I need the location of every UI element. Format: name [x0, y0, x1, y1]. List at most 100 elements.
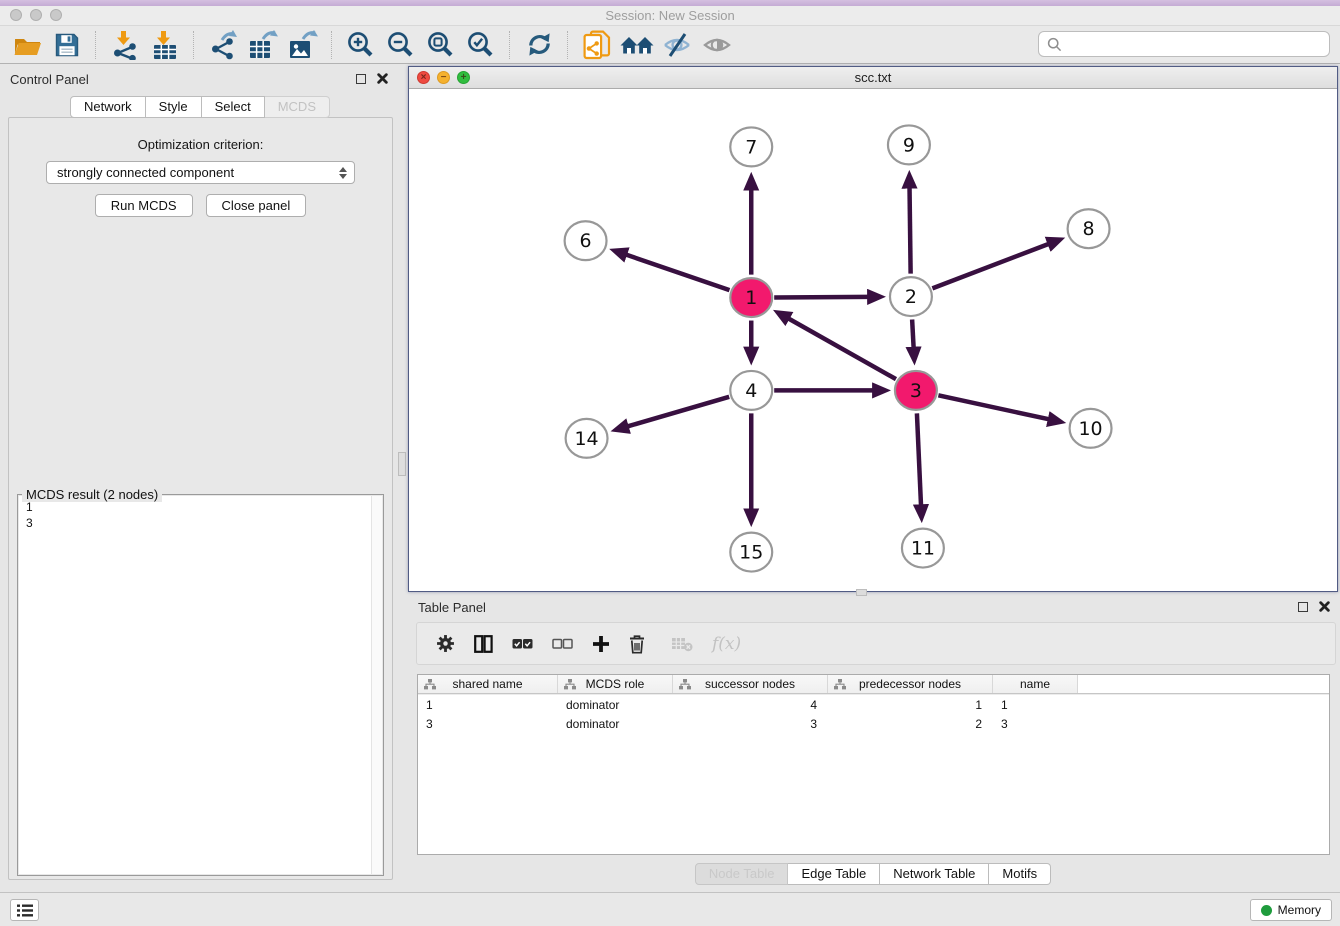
node-label: 3: [910, 380, 922, 402]
task-history-button[interactable]: [10, 899, 39, 921]
table-toolbar: f(x): [416, 622, 1336, 665]
open-session-button[interactable]: [7, 28, 47, 62]
node-label: 1: [745, 287, 757, 309]
tab-mcds[interactable]: MCDS: [265, 96, 330, 118]
column-header-shared-name[interactable]: shared name: [418, 675, 558, 693]
toolbar-search[interactable]: [1038, 31, 1330, 57]
zoom-out-button[interactable]: [381, 28, 421, 62]
edge-4-14[interactable]: [628, 397, 729, 427]
run-mcds-button[interactable]: Run MCDS: [95, 194, 193, 217]
graph-node-11[interactable]: 11: [902, 529, 944, 568]
zoom-selected-button[interactable]: [461, 28, 501, 62]
houses-icon: [620, 32, 654, 58]
network-maximize-button[interactable]: +: [457, 71, 470, 84]
control-panel-tabs: Network Style Select MCDS: [2, 96, 398, 118]
node-label: 14: [575, 428, 599, 450]
search-input[interactable]: [1068, 34, 1329, 54]
close-table-panel-icon[interactable]: [1319, 601, 1330, 612]
save-session-button[interactable]: [47, 28, 87, 62]
column-header-predecessor-nodes[interactable]: predecessor nodes: [828, 675, 993, 693]
result-scrollbar[interactable]: [371, 496, 382, 874]
delete-row-button[interactable]: [629, 634, 645, 654]
zoom-fit-button[interactable]: [421, 28, 461, 62]
import-network-button[interactable]: [105, 28, 145, 62]
edge-1-2[interactable]: [774, 297, 868, 298]
import-table-button[interactable]: [145, 28, 185, 62]
toolbar-separator: [559, 31, 568, 59]
export-image-button[interactable]: [283, 28, 323, 62]
main-toolbar: [0, 26, 1340, 64]
select-stepper-icon: [339, 167, 347, 179]
export-table-button[interactable]: [243, 28, 283, 62]
graph-node-3[interactable]: 3: [895, 371, 937, 410]
show-all-button[interactable]: [697, 28, 737, 62]
vertical-splitter-grip[interactable]: [398, 452, 406, 476]
horizontal-splitter-grip[interactable]: [856, 589, 867, 596]
graph-node-14[interactable]: 14: [566, 419, 608, 458]
tab-network[interactable]: Network: [70, 96, 146, 118]
float-table-panel-icon[interactable]: [1298, 602, 1308, 612]
column-view-button[interactable]: [474, 635, 493, 653]
cell-predecessor-nodes: 1: [828, 698, 993, 712]
edge-3-11[interactable]: [917, 413, 921, 505]
graph-node-10[interactable]: 10: [1070, 409, 1112, 448]
node-table[interactable]: shared name MCDS role successor nodes pr…: [417, 674, 1330, 855]
add-column-button[interactable]: [592, 635, 610, 653]
column-header-mcds-role[interactable]: MCDS role: [558, 675, 673, 693]
tab-motifs[interactable]: Motifs: [989, 863, 1051, 885]
delete-column-icon: [672, 636, 693, 652]
network-canvas[interactable]: 1 2 3 4 6 7 8 9 10 11 14 15: [409, 89, 1337, 591]
network-window-titlebar[interactable]: × − + scc.txt: [409, 67, 1337, 89]
close-panel-icon[interactable]: [377, 73, 388, 84]
hide-selected-button[interactable]: [657, 28, 697, 62]
mcds-panel: Optimization criterion: strongly connect…: [8, 117, 393, 880]
table-row[interactable]: 1 dominator 4 1 1: [418, 697, 1329, 713]
zoom-in-button[interactable]: [341, 28, 381, 62]
graph-node-9[interactable]: 9: [888, 125, 930, 164]
export-network-button[interactable]: [203, 28, 243, 62]
zoom-in-icon: [346, 30, 376, 60]
mcds-result-list[interactable]: 1 3: [19, 496, 382, 874]
refresh-layout-button[interactable]: [519, 28, 559, 62]
table-row[interactable]: 3 dominator 3 2 3: [418, 716, 1329, 732]
gear-icon: [436, 634, 455, 653]
trash-icon: [629, 634, 645, 654]
result-item: 1: [26, 500, 33, 514]
export-table-icon: [248, 30, 278, 60]
network-graph[interactable]: 1 2 3 4 6 7 8 9 10 11 14 15: [409, 89, 1337, 591]
select-all-rows-button[interactable]: [512, 638, 533, 650]
tab-edge-table[interactable]: Edge Table: [788, 863, 880, 885]
column-header-name[interactable]: name: [993, 675, 1078, 693]
float-panel-icon[interactable]: [356, 74, 366, 84]
graph-node-1[interactable]: 1: [730, 278, 772, 317]
zoom-selected-icon: [466, 30, 496, 60]
edge-2-9[interactable]: [910, 188, 911, 274]
edge-3-1[interactable]: [789, 319, 896, 379]
graph-node-4[interactable]: 4: [730, 371, 772, 410]
edge-1-6[interactable]: [626, 255, 729, 290]
first-neighbors-button[interactable]: [617, 28, 657, 62]
graph-node-2[interactable]: 2: [890, 277, 932, 316]
deselect-all-rows-button[interactable]: [552, 638, 573, 650]
network-close-button[interactable]: ×: [417, 71, 430, 84]
tab-style[interactable]: Style: [146, 96, 202, 118]
tab-node-table[interactable]: Node Table: [695, 863, 789, 885]
edge-3-10[interactable]: [938, 395, 1048, 419]
table-settings-button[interactable]: [436, 634, 455, 653]
graph-node-6[interactable]: 6: [565, 221, 607, 260]
column-header-successor-nodes[interactable]: successor nodes: [673, 675, 828, 693]
tab-select[interactable]: Select: [202, 96, 265, 118]
edge-2-8[interactable]: [932, 244, 1048, 288]
graph-node-7[interactable]: 7: [730, 127, 772, 166]
edge-2-3[interactable]: [912, 320, 913, 348]
network-minimize-button[interactable]: −: [437, 71, 450, 84]
control-panel: Control Panel Network Style Select MCDS …: [2, 66, 398, 882]
criterion-select[interactable]: strongly connected component: [46, 161, 355, 184]
tab-network-table[interactable]: Network Table: [880, 863, 989, 885]
clone-network-button[interactable]: [577, 28, 617, 62]
memory-button[interactable]: Memory: [1250, 899, 1332, 921]
close-panel-button[interactable]: Close panel: [206, 194, 307, 217]
graph-node-8[interactable]: 8: [1068, 209, 1110, 248]
graph-node-15[interactable]: 15: [730, 533, 772, 572]
result-item: 3: [26, 516, 33, 530]
